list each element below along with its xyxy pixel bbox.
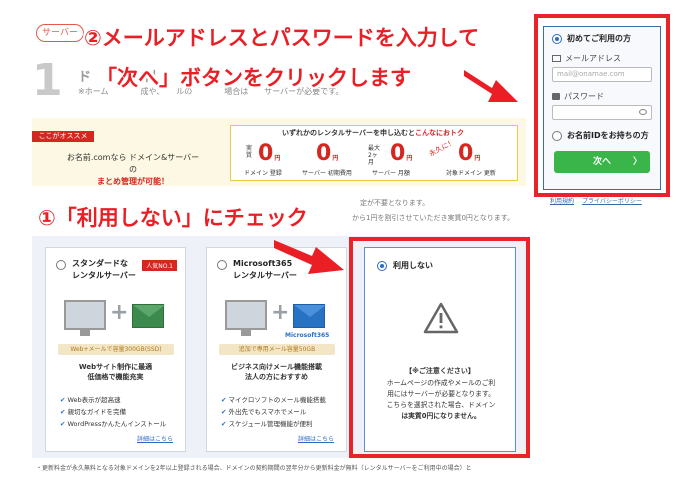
plan-features: Web表示が超高速 親切なガイドを完備 WordPressかんたんインストール (60, 394, 167, 430)
step-number: 1 (32, 55, 63, 106)
price-2-label: サーバー 初期費用 (302, 170, 352, 177)
panel-links: 利用規約 プライバシーポリシー (550, 196, 648, 205)
popular-badge: 人気NO.1 (142, 260, 177, 271)
plan-title-line1: スタンダードな (72, 259, 128, 268)
note-line-2: から1円を割引させていただき実質0円となります。 (352, 214, 514, 222)
promo-left-text: お名前.comなら ドメイン&サーバー の まとめ管理が可能！ (64, 152, 202, 188)
plan-card-header: スタンダードな レンタルサーバー (56, 258, 136, 282)
feature-item: 親切なガイドを完備 (60, 406, 166, 418)
instruction-step2-line2: 「次へ」ボタンをクリックします (96, 66, 411, 90)
monitor-icon (225, 300, 267, 336)
terms-link[interactable]: 利用規約 (550, 198, 574, 205)
price-2-value: 0円 (316, 141, 339, 166)
instruction-step2-line1: ②メールアドレスとパスワードを入力して (84, 26, 480, 50)
plan-details-link[interactable]: 詳細はこちら (137, 434, 173, 443)
plan-illustration: + (64, 296, 168, 344)
arrow-to-login-icon (464, 70, 518, 102)
no-use-highlight (349, 237, 530, 458)
price-1-label: ドメイン 登録 (244, 170, 282, 177)
plan-capacity-pill: 追加で専用メール容量50GB (219, 344, 335, 355)
instruction-step1: ①「利用しない」にチェック (38, 206, 308, 230)
price-1-prefix: 実質 (246, 145, 253, 159)
promo-heading-prefix: いずれかのレンタルサーバーを申し込むと (282, 129, 415, 137)
price-4-value: 0円 (458, 141, 481, 166)
plus-icon: + (110, 300, 129, 325)
privacy-link[interactable]: プライバシーポリシー (582, 198, 642, 205)
microsoft365-label: Microsoft365 (285, 332, 330, 339)
radio-plan-microsoft365[interactable] (217, 260, 227, 270)
recommend-tag: ここがオススメ (32, 131, 94, 142)
feature-item: WordPressかんたんインストール (60, 418, 167, 430)
plan-capacity-pill: Web+メールで容量300GB(SSD) (58, 344, 174, 355)
radio-plan-standard[interactable] (56, 260, 66, 270)
plan-description: Webサイト制作に最適 低価格で機能充実 (78, 363, 153, 381)
price-4-label: 対象ドメイン 更新 (446, 170, 496, 177)
note-line-1: 定が不要となります。 (360, 199, 430, 207)
feature-item: マイクロソフトのメール機能搭載 (221, 394, 326, 406)
promo-heading: いずれかのレンタルサーバーを申し込むとこんなにおトク (248, 128, 498, 138)
monitor-icon (64, 300, 106, 336)
plan-title-line2: レンタルサーバー (72, 271, 136, 280)
mail-envelope-icon (293, 304, 326, 328)
promo-heading-emphasis: こんなにおトク (414, 129, 464, 137)
price-3-value: 0円 (390, 141, 413, 166)
plan-card-standard[interactable]: スタンダードな レンタルサーバー 人気NO.1 + Web+メールで容量300G… (45, 247, 186, 452)
promo-left-line2: まとめ管理が可能！ (97, 177, 169, 186)
arrow-to-no-use-icon (274, 240, 344, 274)
feature-item: 外出先でもスマホでメール (221, 406, 326, 418)
price-1-value: 0円 (258, 141, 281, 166)
footnote: ・更新料金が永久無料となる対象ドメインを2年以上登録される場合、ドメインの契約期… (36, 465, 472, 472)
feature-item: スケジュール管理機能が便利 (221, 418, 326, 430)
price-3-prefix: 最大2ヶ月 (368, 145, 381, 166)
plan-illustration: + Microsoft365 (225, 296, 329, 344)
mail-envelope-icon (132, 304, 165, 328)
plan-details-link[interactable]: 詳細はこちら (298, 434, 334, 443)
plan-description: ビジネス向けメール機能搭載 法人の方におすすめ (231, 363, 322, 381)
price-3-label: サーバー 月額 (372, 170, 410, 177)
server-tag: サーバー (36, 24, 84, 42)
plan-features: マイクロソフトのメール機能搭載 外出先でもスマホでメール スケジュール管理機能が… (221, 394, 326, 430)
promo-left-line1: お名前.comなら ドメイン&サーバー の (66, 153, 200, 174)
feature-item: Web表示が超高速 (60, 394, 166, 406)
login-highlight (534, 14, 670, 197)
plus-icon: + (271, 300, 290, 325)
